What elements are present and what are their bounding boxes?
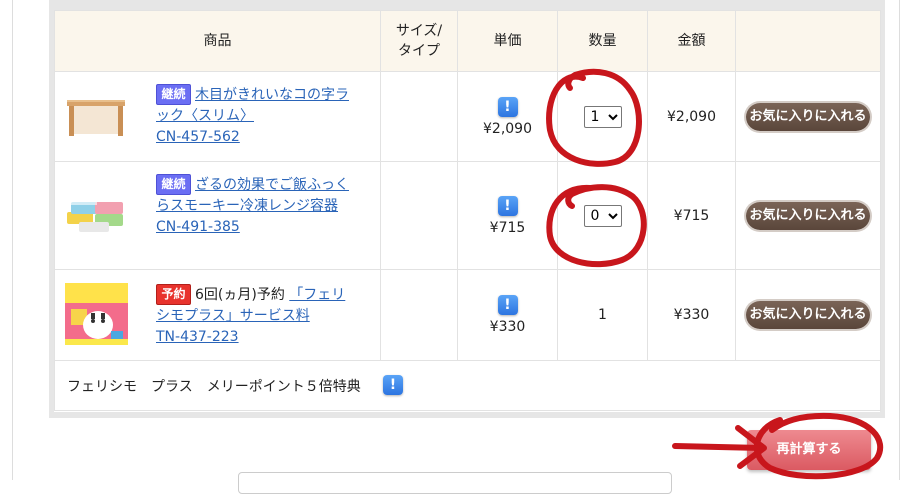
quantity-cell: 1 [557,269,648,361]
size-type-cell [380,269,458,361]
product-info: 継続 木目がきれいなコの字ラック〈スリム〉 CN-457-562 [156,84,356,148]
amount-cell: ¥330 [647,269,736,361]
table-row: 予約 6回(ヵ月)予約 「フェリシモプラス」サービス料 TN-437-223 ! … [54,269,881,361]
unit-price-cell: ! ¥2,090 [457,71,558,162]
info-icon[interactable]: ! [497,96,518,117]
badge-continue: 継続 [156,84,191,105]
product-info: 予約 6回(ヵ月)予約 「フェリシモプラス」サービス料 TN-437-223 [156,284,356,348]
amount-cell: ¥2,090 [647,71,736,162]
special-offer-text: フェリシモ プラス メリーポイント５倍特典 [67,378,361,395]
product-code[interactable]: TN-437-223 [156,329,239,345]
reserve-period: 6回(ヵ月)予約 [195,287,285,303]
product-code[interactable]: CN-457-562 [156,129,240,145]
quantity-select[interactable]: 1 [583,105,622,128]
size-type-cell [380,71,458,162]
special-row: フェリシモ プラス メリーポイント５倍特典 ! [54,360,881,411]
product-cell: 継続 木目がきれいなコの字ラック〈スリム〉 CN-457-562 [54,71,381,162]
bottom-panel [238,472,672,494]
unit-price: ¥2,090 [483,120,532,137]
cart-box: 商品 サイズ/タイプ 単価 数量 金額 継続 木目がきれいなコの字ラック〈スリム… [49,0,885,418]
info-icon[interactable]: ! [497,295,518,315]
product-thumbnail-felissimo-plus[interactable] [65,283,128,349]
header-size-type: サイズ/タイプ [380,10,458,72]
header-quantity: 数量 [557,10,648,72]
fav-cell: お気に入りに入れる [735,161,881,270]
header-amount: 金額 [647,10,736,72]
quantity-select[interactable]: 0 [583,204,622,227]
table-row: 継続 木目がきれいなコの字ラック〈スリム〉 CN-457-562 ! ¥2,090… [54,71,881,162]
cart-table: 商品 サイズ/タイプ 単価 数量 金額 継続 木目がきれいなコの字ラック〈スリム… [54,10,881,411]
fav-cell: お気に入りに入れる [735,269,881,361]
product-thumbnail-rack[interactable] [65,94,129,144]
product-code[interactable]: CN-491-385 [156,219,240,235]
header-unit-price: 単価 [457,10,558,72]
amount-cell: ¥715 [647,161,736,270]
badge-reserve: 予約 [156,284,191,305]
add-to-favorites-button[interactable]: お気に入りに入れる [746,201,870,230]
unit-price-cell: ! ¥715 [457,161,558,270]
badge-continue: 継続 [156,174,191,195]
header-actions [735,10,881,72]
table-row: 継続 ざるの効果でご飯ふっくらスモーキー冷凍レンジ容器 CN-491-385 ! … [54,161,881,270]
quantity-cell: 0 [557,161,648,270]
recalculate-button[interactable]: 再計算する [747,430,871,470]
header-product: 商品 [54,10,381,72]
product-cell: 継続 ざるの効果でご飯ふっくらスモーキー冷凍レンジ容器 CN-491-385 [54,161,381,270]
page-content: 商品 サイズ/タイプ 単価 数量 金額 継続 木目がきれいなコの字ラック〈スリム… [12,0,900,480]
info-icon[interactable]: ! [383,375,403,395]
add-to-favorites-button[interactable]: お気に入りに入れる [746,301,870,329]
fav-cell: お気に入りに入れる [735,71,881,162]
add-to-favorites-button[interactable]: お気に入りに入れる [746,102,870,131]
unit-price-cell: ! ¥330 [457,269,558,361]
unit-price: ¥715 [489,219,526,236]
cart-inner: 商品 サイズ/タイプ 単価 数量 金額 継続 木目がきれいなコの字ラック〈スリム… [54,10,881,412]
product-thumbnail-containers[interactable] [65,196,129,240]
product-info: 継続 ざるの効果でご飯ふっくらスモーキー冷凍レンジ容器 CN-491-385 [156,174,356,238]
size-type-cell [380,161,458,270]
special-cell: フェリシモ プラス メリーポイント５倍特典 ! [54,360,881,411]
product-cell: 予約 6回(ヵ月)予約 「フェリシモプラス」サービス料 TN-437-223 [54,269,381,361]
unit-price: ¥330 [489,319,526,335]
quantity-cell: 1 [557,71,648,162]
info-icon[interactable]: ! [497,195,518,216]
